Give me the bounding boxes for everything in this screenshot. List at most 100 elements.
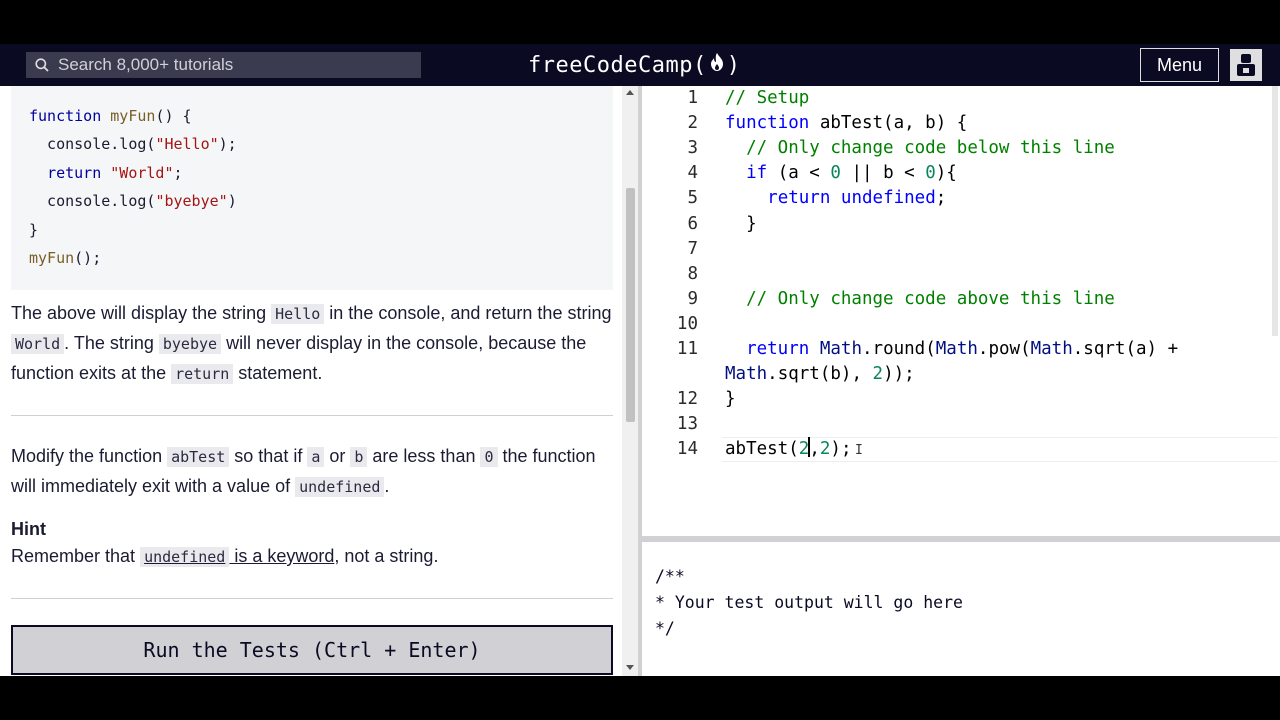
code-token: .sqrt(a) + [1072,339,1179,359]
example-code-line: function myFun() { [29,102,595,130]
example-code-line: } [29,216,595,244]
editor-line[interactable]: 13 [642,412,1278,437]
line-number: 10 [676,313,698,334]
code-token: return [47,163,111,182]
search-icon [35,58,49,72]
editor-line[interactable]: 10 [642,312,1278,337]
code-editor[interactable]: 1 // Setup 2 function abTest(a, b) {3 // On… [642,86,1280,536]
editor-line[interactable]: 8 [642,262,1278,287]
code-token: if [746,163,768,184]
line-number: 11 [676,339,698,359]
code-token: console.log( [29,135,156,154]
code-token: // Only change code above this line [725,288,1115,309]
code-token: 0 [830,163,841,184]
code-token: ; [935,188,947,209]
code-token: "Hello" [155,135,219,154]
editor-line[interactable]: Math.sqrt(b), 2)); [642,362,1278,387]
code-token: () { [155,107,192,125]
line-code: // Setup [725,86,809,111]
code-token: Math [1030,339,1073,359]
code-token: Math [935,339,978,359]
code-token: .pow( [977,339,1031,359]
menu-button[interactable]: Menu [1140,48,1219,82]
run-tests-button[interactable]: Run the Tests (Ctrl + Enter) [11,625,613,675]
test-output-text: /** * Your test output will go here */ [655,567,963,638]
editor-line[interactable]: 12} [642,387,1278,412]
editor-line[interactable]: 5 return undefined; [642,186,1278,211]
code-token: undefined [840,188,936,209]
search-input[interactable] [58,55,398,75]
line-code: if (a < 0 || b < 0){ [725,161,957,186]
editor-scrollbar[interactable] [1272,86,1278,336]
inline-code: a [307,447,325,467]
code-token: function [725,113,820,134]
paragraph-text: in the console, and return the string [324,303,612,323]
inline-code: b [350,447,368,467]
line-code: abTest(2,2); [725,437,851,462]
code-token: } [29,220,39,239]
line-code: // Only change code below this line [725,136,1115,161]
line-number: 6 [687,213,698,234]
code-token: abTest(a, b) { [819,113,968,134]
line-code: function abTest(a, b) { [725,111,967,136]
editor-line[interactable]: 3 // Only change code below this line [642,136,1278,161]
editor-line[interactable]: 1 // Setup [642,86,1278,111]
editor-line[interactable]: 4 if (a < 0 || b < 0){ [642,161,1278,186]
example-code-line: myFun(); [29,244,595,272]
avatar[interactable] [1230,49,1262,81]
inline-code: World [11,334,65,354]
lesson-scrollbar[interactable] [622,86,638,676]
editor-line[interactable]: 6 } [642,212,1278,237]
paragraph-text: The above will display the string [11,303,272,323]
code-token: ; [173,163,183,182]
code-token: .round( [862,339,936,359]
code-token: // Setup [725,88,810,108]
example-code-line: return "World"; [29,159,595,187]
paragraph-text: or [324,446,351,466]
line-number: 7 [687,238,698,259]
hint-text-before: Remember that [11,546,141,566]
editor-line[interactable]: 7 [642,237,1278,262]
example-code-line: console.log("Hello"); [29,130,595,158]
code-token: abTest( [725,439,799,460]
example-code-line: console.log("byebye") [29,187,595,215]
hint-link-code: undefined [140,547,230,567]
flame-icon [709,52,725,78]
code-token: ) [227,192,237,211]
inline-code: return [171,364,234,384]
line-number: 5 [687,188,698,209]
scroll-down-icon[interactable] [626,665,634,670]
editor-line[interactable]: 2 function abTest(a, b) { [642,111,1278,136]
hint-link-text: is a keyword [229,546,335,566]
code-token: return [746,339,810,359]
code-token: myFun [110,107,156,125]
line-code: // Only change code above this line [725,287,1115,312]
editor-line[interactable]: 9 // Only change code above this line [642,287,1278,312]
inline-code: 0 [480,447,498,467]
editor-line[interactable]: 14 abTest(2,2); [642,437,1278,462]
line-number: 4 [687,163,698,184]
code-token: ); [218,135,237,154]
code-token: 2 [819,439,831,460]
line-number: 2 [687,113,698,134]
code-token: ); [830,439,852,460]
editor-line[interactable]: 11 return Math.round(Math.pow(Math.sqrt(… [642,337,1278,362]
paragraph-text: statement. [233,363,323,383]
scroll-up-icon[interactable] [626,90,634,95]
code-token: Math [819,339,862,359]
paragraph-text: . The string [64,333,159,353]
scrollbar-thumb[interactable] [626,188,635,422]
brand-text-left: freeCodeCamp( [528,52,707,78]
search-bar[interactable] [26,52,421,78]
line-number: 9 [687,288,698,309]
inline-code: undefined [295,477,385,497]
hint-keyword-link[interactable]: undefined is a keyword [140,546,335,567]
line-number: 1 [687,88,698,108]
brand-logo[interactable]: freeCodeCamp( ) [528,50,740,80]
